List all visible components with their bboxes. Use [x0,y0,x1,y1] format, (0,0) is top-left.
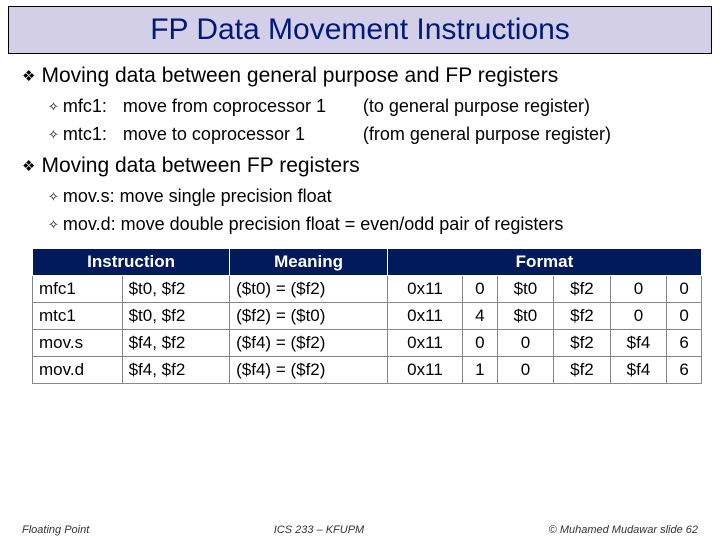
diamond-outline-icon: ✧ [48,96,59,118]
footer-right: © Muhamed Mudawar slide 62 [549,524,698,536]
cell: 0 [667,303,702,330]
sub-bullet: ✧ mov.s: move single precision float [48,186,698,208]
cell: 0 [610,276,667,303]
table-row: mov.d$f4, $f2($f4) = ($f2)0x1110$f2$f46 [33,357,702,384]
instruction-table: Instruction Meaning Format mfc1$t0, $f2(… [32,248,702,384]
cell: mtc1 [33,303,123,330]
diamond-outline-icon: ✧ [48,186,59,208]
note: (to general purpose register) [363,96,698,118]
cell: 4 [462,303,497,330]
th-meaning: Meaning [230,249,388,276]
cell: $f2 [554,303,611,330]
cell: ($f4) = ($f2) [230,357,388,384]
cell: 0 [497,357,554,384]
footer-mid: ICS 233 – KFUPM [274,524,364,536]
mnemonic: mfc1: [63,96,123,118]
footer: Floating Point ICS 233 – KFUPM © Muhamed… [0,524,720,536]
sub-bullet: ✧ mov.d: move double precision float = e… [48,214,698,236]
cell: $t0, $f2 [122,303,230,330]
diamond-icon: ❖ [22,154,35,180]
page-title: FP Data Movement Instructions [19,13,701,47]
sub-text: mov.d: move double precision float = eve… [63,214,698,236]
cell: mov.s [33,330,123,357]
cell: 0 [462,276,497,303]
bullet-2: ❖ Moving data between FP registers [22,154,698,180]
cell: 0x11 [387,276,462,303]
cell: 0 [667,276,702,303]
sub-bullet: ✧ mtc1: move to coprocessor 1 (from gene… [48,124,698,146]
cell: $f4 [610,330,667,357]
table-body: mfc1$t0, $f2($t0) = ($f2)0x110$t0$f200mt… [33,276,702,384]
note: (from general purpose register) [363,124,698,146]
sub-text: mov.s: move single precision float [63,186,698,208]
desc: move to coprocessor 1 [123,124,363,146]
cell: ($t0) = ($f2) [230,276,388,303]
cell: ($f2) = ($t0) [230,303,388,330]
table-row: mtc1$t0, $f2($f2) = ($t0)0x114$t0$f200 [33,303,702,330]
cell: mov.d [33,357,123,384]
diamond-outline-icon: ✧ [48,214,59,236]
title-bar: FP Data Movement Instructions [8,6,712,54]
th-instruction: Instruction [33,249,230,276]
cell: $f2 [554,330,611,357]
mnemonic: mtc1: [63,124,123,146]
cell: $f2 [554,276,611,303]
cell: ($f4) = ($f2) [230,330,388,357]
cell: $f4, $f2 [122,357,230,384]
table-row: mov.s$f4, $f2($f4) = ($f2)0x1100$f2$f46 [33,330,702,357]
th-format: Format [387,249,701,276]
table-header-row: Instruction Meaning Format [33,249,702,276]
cell: 6 [667,357,702,384]
diamond-icon: ❖ [22,64,35,90]
desc: move from coprocessor 1 [123,96,363,118]
cell: 0x11 [387,330,462,357]
cell: $t0 [497,303,554,330]
slide-content: ❖ Moving data between general purpose an… [0,64,720,384]
cell: 0 [462,330,497,357]
table-row: mfc1$t0, $f2($t0) = ($f2)0x110$t0$f200 [33,276,702,303]
cell: 6 [667,330,702,357]
cell: 0x11 [387,357,462,384]
cell: 0 [610,303,667,330]
cell: $f4 [610,357,667,384]
cell: 0x11 [387,303,462,330]
cell: $f4, $f2 [122,330,230,357]
cell: $t0, $f2 [122,276,230,303]
sub-bullet: ✧ mfc1: move from coprocessor 1 (to gene… [48,96,698,118]
bullet-1: ❖ Moving data between general purpose an… [22,64,698,90]
cell: $f2 [554,357,611,384]
bullet-1-text: Moving data between general purpose and … [41,64,558,88]
cell: $t0 [497,276,554,303]
cell: 1 [462,357,497,384]
cell: 0 [497,330,554,357]
bullet-2-text: Moving data between FP registers [41,154,359,178]
footer-left: Floating Point [22,524,89,536]
diamond-outline-icon: ✧ [48,124,59,146]
cell: mfc1 [33,276,123,303]
